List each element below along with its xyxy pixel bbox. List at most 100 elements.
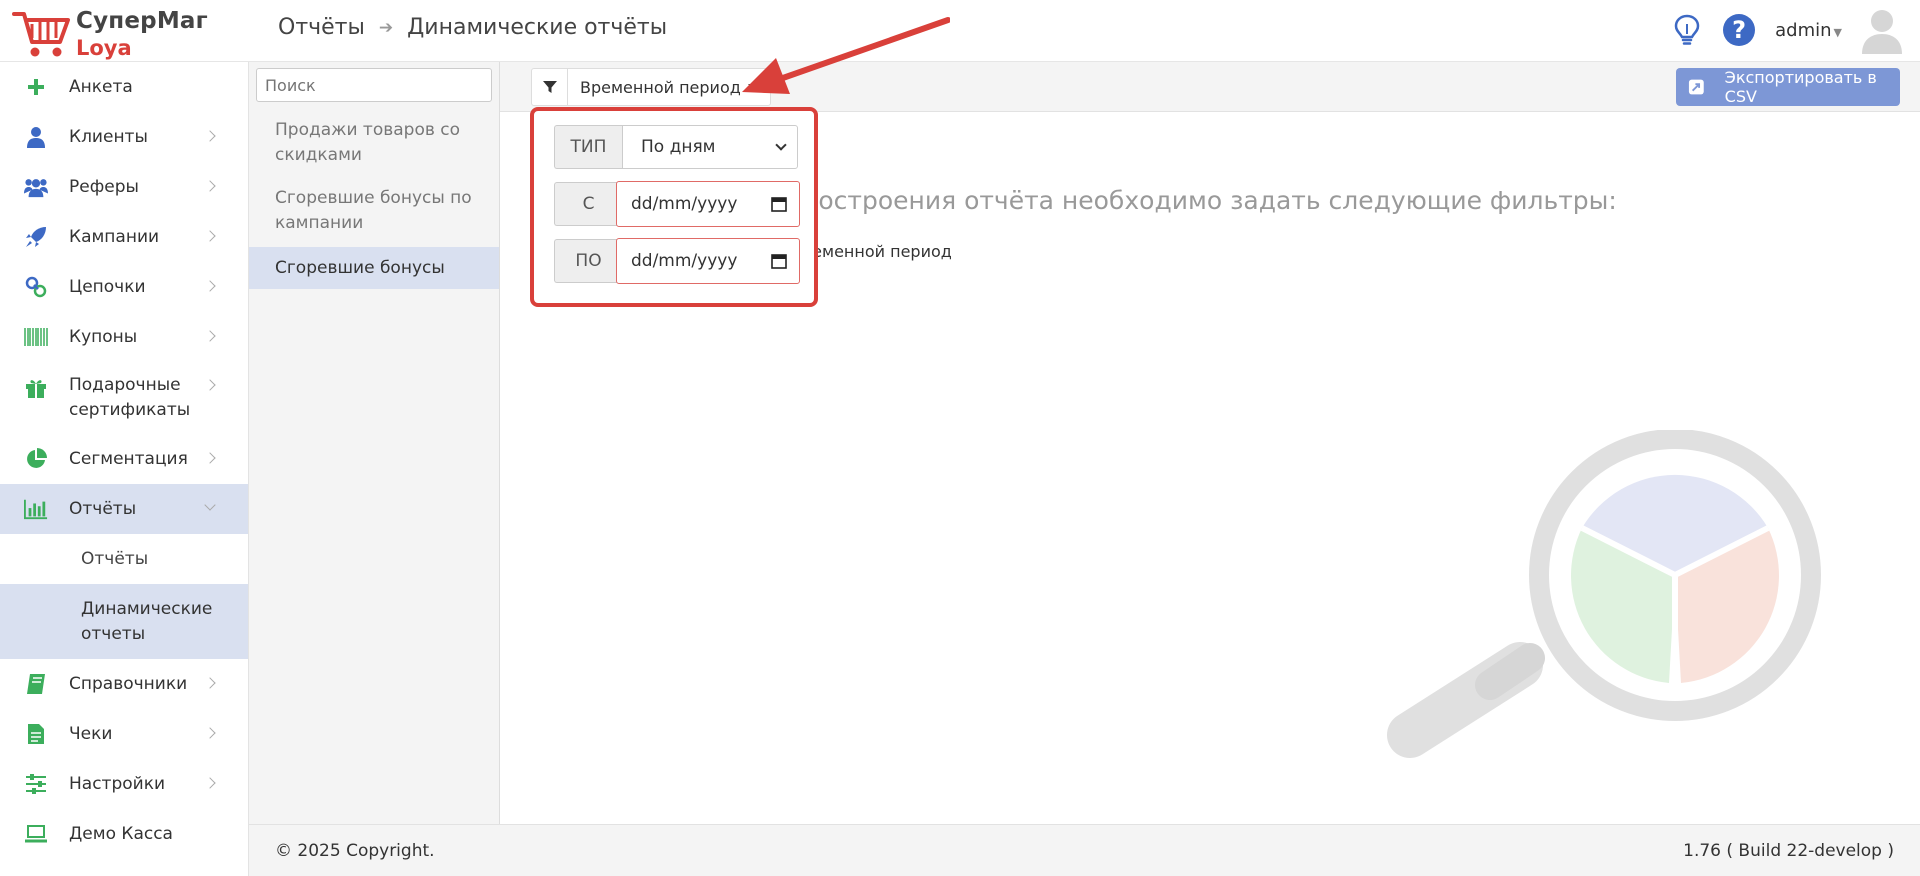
calendar-icon[interactable]: [771, 196, 787, 212]
sidebar-item-reports[interactable]: Отчёты: [0, 484, 248, 534]
sidebar-item-segmentation[interactable]: Сегментация: [0, 434, 248, 484]
arrow-right-icon: ➔: [378, 17, 394, 38]
from-label: С: [554, 182, 622, 226]
type-select[interactable]: По дням: [622, 125, 798, 169]
chevron-right-icon: [204, 379, 216, 391]
report-item-discount-sales[interactable]: Продажи товаров со скидками: [249, 118, 499, 168]
annotation-arrow: [742, 17, 950, 94]
sidebar-item-label: Анкета: [69, 77, 133, 97]
chevron-right-icon: [204, 180, 216, 192]
sidebar-subitem-dynamic-reports[interactable]: Динамические отчеты: [0, 584, 248, 659]
sidebar-item-label: Клиенты: [69, 127, 148, 147]
top-header: СуперМаг Loya Отчёты ➔ Динамические отчё…: [0, 0, 1920, 62]
barcode-icon: [24, 325, 48, 349]
from-row: С dd/mm/yyyy: [554, 181, 800, 227]
sidebar-item-receipts[interactable]: Чеки: [0, 709, 248, 759]
gift-icon: [24, 376, 48, 400]
page-footer: © 2025 Copyright. 1.76 ( Build 22-develo…: [249, 824, 1920, 876]
to-date-input[interactable]: dd/mm/yyyy: [616, 238, 800, 284]
sidebar-item-label: Купоны: [69, 327, 138, 347]
filter-button-group: Временной период: [531, 68, 771, 106]
laptop-icon: [24, 822, 48, 846]
sidebar-item-label: Справочники: [69, 674, 188, 694]
bar-chart-icon: [24, 497, 48, 521]
magnifier-pie-watermark: [1387, 430, 1821, 758]
lightbulb-icon[interactable]: [1673, 14, 1701, 46]
rocket-icon: [24, 225, 48, 249]
to-row: ПО dd/mm/yyyy: [554, 238, 800, 284]
chevron-down-icon: [775, 139, 787, 151]
from-date-input[interactable]: dd/mm/yyyy: [616, 181, 800, 227]
shopping-cart-icon: [12, 12, 70, 57]
chevron-right-icon: [204, 130, 216, 142]
export-csv-label: Экспортировать в CSV: [1724, 68, 1877, 106]
chevron-right-icon: [204, 677, 216, 689]
user-menu[interactable]: admin ▼: [1775, 20, 1842, 41]
sidebar-item-chains[interactable]: Цепочки: [0, 262, 248, 312]
breadcrumb-parent[interactable]: Отчёты: [278, 15, 365, 40]
sidebar-item-label: Подарочные сертификаты: [69, 375, 191, 420]
book-icon: [24, 672, 48, 696]
sidebar-item-coupons[interactable]: Купоны: [0, 312, 248, 362]
sidebar-item-demo-cash[interactable]: Демо Касса: [0, 809, 248, 859]
sliders-icon: [24, 772, 48, 796]
breadcrumb: Отчёты ➔ Динамические отчёты: [278, 15, 667, 40]
sidebar-item-gift-certificates[interactable]: Подарочные сертификаты: [0, 362, 248, 434]
sidebar-item-label: Отчёты: [69, 499, 137, 519]
sidebar-item-questionnaire[interactable]: Анкета: [0, 62, 248, 112]
report-toolbar: Временной период Экспортировать в CSV: [500, 62, 1920, 112]
filter-icon[interactable]: [532, 69, 568, 105]
user-name: admin: [1775, 19, 1832, 41]
sidebar-item-campaigns[interactable]: Кампании: [0, 212, 248, 262]
sidebar-item-label: Реферы: [69, 177, 139, 197]
chevron-right-icon: [204, 280, 216, 292]
link-icon: [24, 275, 48, 299]
help-icon[interactable]: ?: [1723, 14, 1756, 46]
chevron-right-icon: [204, 777, 216, 789]
breadcrumb-current: Динамические отчёты: [407, 15, 668, 40]
chevron-down-icon: [204, 499, 216, 511]
type-row: ТИП По дням: [554, 125, 798, 169]
caret-down-icon: ▼: [1833, 25, 1842, 39]
to-label: ПО: [554, 239, 622, 283]
sidebar-item-referrers[interactable]: Реферы: [0, 162, 248, 212]
chevron-right-icon: [204, 727, 216, 739]
filter-required-message: построения отчёта необходимо задать след…: [802, 186, 1617, 215]
type-label: ТИП: [554, 125, 622, 169]
calendar-icon[interactable]: [771, 253, 787, 269]
chevron-right-icon: [204, 330, 216, 342]
sidebar-item-label: Настройки: [69, 774, 166, 794]
report-item-expired-bonuses[interactable]: Сгоревшие бонусы: [249, 247, 499, 289]
receipt-icon: [24, 722, 48, 746]
to-date-value: dd/mm/yyyy: [631, 251, 738, 271]
export-icon: [1688, 79, 1704, 95]
copyright-text: © 2025 Copyright.: [275, 841, 435, 861]
sidebar: Анкета Клиенты Реферы Кампании Цепочки К…: [0, 62, 249, 876]
app-logo[interactable]: СуперМаг Loya: [10, 6, 250, 60]
sidebar-item-directories[interactable]: Справочники: [0, 659, 248, 709]
sidebar-item-label: Демо Касса: [69, 824, 173, 844]
type-select-value: По дням: [641, 137, 716, 157]
brand-subname: Loya: [76, 36, 132, 60]
sidebar-item-label: Чеки: [69, 724, 113, 744]
export-csv-button[interactable]: Экспортировать в CSV: [1676, 68, 1900, 106]
plus-icon: [24, 75, 48, 99]
reports-list-panel: Продажи товаров со скидками Сгоревшие бо…: [249, 62, 500, 824]
required-filter-item: ременной период: [802, 242, 952, 261]
period-filter-label: Временной период: [580, 77, 741, 97]
sidebar-item-clients[interactable]: Клиенты: [0, 112, 248, 162]
sidebar-subitem-reports[interactable]: Отчёты: [0, 534, 248, 584]
chevron-right-icon: [204, 452, 216, 464]
from-date-value: dd/mm/yyyy: [631, 194, 738, 214]
pie-chart-icon: [24, 447, 48, 471]
search-input[interactable]: [256, 68, 492, 102]
user-icon: [24, 125, 48, 149]
report-item-expired-bonuses-campaign[interactable]: Сгоревшие бонусы по кампании: [249, 186, 499, 236]
sidebar-item-label: Цепочки: [69, 277, 146, 297]
chevron-right-icon: [204, 230, 216, 242]
build-version: 1.76 ( Build 22-develop ): [1683, 841, 1894, 861]
sidebar-item-label: Кампании: [69, 227, 160, 247]
avatar[interactable]: [1860, 6, 1904, 54]
header-actions: ? admin ▼: [1673, 0, 1920, 60]
sidebar-item-settings[interactable]: Настройки: [0, 759, 248, 809]
